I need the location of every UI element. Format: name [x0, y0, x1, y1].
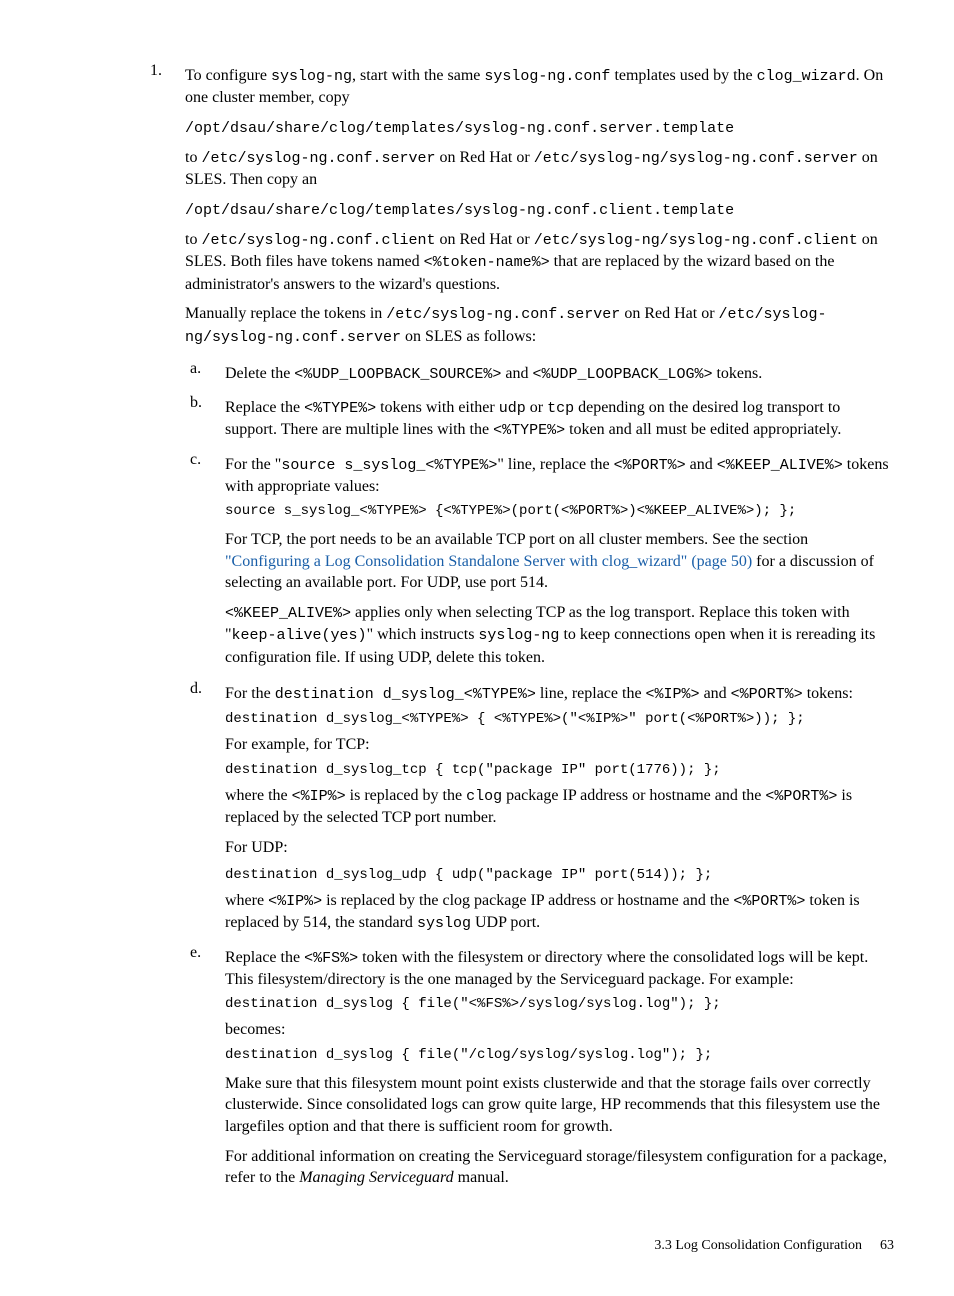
paragraph: Replace the <%TYPE%> tokens with either …: [225, 397, 894, 442]
substep-body: Replace the <%TYPE%> tokens with either …: [225, 392, 894, 447]
paragraph: For TCP, the port needs to be an availab…: [225, 529, 894, 594]
paragraph: For example, for TCP:: [225, 734, 894, 756]
code-line: destination d_syslog_tcp { tcp("package …: [225, 761, 894, 780]
paragraph: Manually replace the tokens in /etc/sysl…: [185, 303, 894, 348]
paragraph: For the destination d_syslog_<%TYPE%> li…: [225, 683, 894, 705]
cross-reference-link[interactable]: "Configuring a Log Consolidation Standal…: [225, 553, 752, 570]
substep-body: For the destination d_syslog_<%TYPE%> li…: [225, 678, 894, 939]
substep-b: b. Replace the <%TYPE%> tokens with eith…: [60, 392, 894, 447]
paragraph: to /etc/syslog-ng.conf.client on Red Hat…: [185, 229, 894, 295]
page-number: 63: [880, 1237, 894, 1256]
list-marker: e.: [190, 942, 225, 1197]
substep-c: c. For the "source s_syslog_<%TYPE%>" li…: [60, 449, 894, 677]
step-1-body: To configure syslog-ng, start with the s…: [185, 60, 894, 356]
substep-d: d. For the destination d_syslog_<%TYPE%>…: [60, 678, 894, 939]
section-label: 3.3 Log Consolidation Configuration: [654, 1237, 862, 1256]
list-marker: b.: [190, 392, 225, 447]
page-footer: 3.3 Log Consolidation Configuration 63: [60, 1237, 894, 1256]
paragraph: where <%IP%> is replaced by the clog pac…: [225, 890, 894, 935]
list-marker: 1.: [150, 60, 185, 356]
paragraph: Delete the <%UDP_LOOPBACK_SOURCE%> and <…: [225, 363, 894, 385]
substep-a: a. Delete the <%UDP_LOOPBACK_SOURCE%> an…: [60, 358, 894, 390]
paragraph: <%KEEP_ALIVE%> applies only when selecti…: [225, 602, 894, 668]
step-1: 1. To configure syslog-ng, start with th…: [60, 60, 894, 356]
paragraph: Replace the <%FS%> token with the filesy…: [225, 947, 894, 991]
paragraph: becomes:: [225, 1019, 894, 1041]
paragraph: where the <%IP%> is replaced by the clog…: [225, 785, 894, 829]
substep-body: Delete the <%UDP_LOOPBACK_SOURCE%> and <…: [225, 358, 894, 390]
list-marker: c.: [190, 449, 225, 677]
code-path: /opt/dsau/share/clog/templates/syslog-ng…: [185, 199, 894, 221]
substep-body: Replace the <%FS%> token with the filesy…: [225, 942, 894, 1197]
code-line: destination d_syslog { file("<%FS%>/sysl…: [225, 995, 894, 1014]
paragraph: to /etc/syslog-ng.conf.server on Red Hat…: [185, 147, 894, 191]
substep-e: e. Replace the <%FS%> token with the fil…: [60, 942, 894, 1197]
list-marker: d.: [190, 678, 225, 939]
code-path: /opt/dsau/share/clog/templates/syslog-ng…: [185, 117, 894, 139]
paragraph: For additional information on creating t…: [225, 1146, 894, 1189]
code-line: destination d_syslog_udp { udp("package …: [225, 866, 894, 885]
code-line: destination d_syslog { file("/clog/syslo…: [225, 1046, 894, 1065]
list-marker: a.: [190, 358, 225, 390]
paragraph: For the "source s_syslog_<%TYPE%>" line,…: [225, 454, 894, 498]
paragraph: To configure syslog-ng, start with the s…: [185, 65, 894, 109]
substep-body: For the "source s_syslog_<%TYPE%>" line,…: [225, 449, 894, 677]
code-line: destination d_syslog_<%TYPE%> { <%TYPE%>…: [225, 710, 894, 729]
paragraph: For UDP:: [225, 837, 894, 859]
paragraph: Make sure that this filesystem mount poi…: [225, 1073, 894, 1138]
code-line: source s_syslog_<%TYPE%> {<%TYPE%>(port(…: [225, 502, 894, 521]
